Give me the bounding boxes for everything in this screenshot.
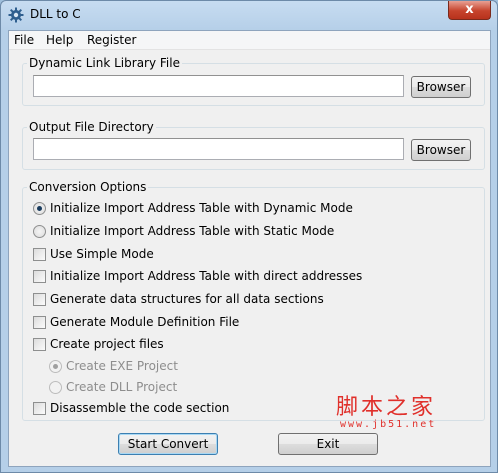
option-disassemble[interactable]: Disassemble the code section <box>33 400 333 416</box>
option-static-mode[interactable]: Initialize Import Address Table with Sta… <box>33 223 335 239</box>
watermark: 脚本之家 www.jb51.net <box>336 389 466 433</box>
title-bar[interactable]: DLL to C x <box>1 1 497 30</box>
option-label: Create project files <box>50 337 164 351</box>
window-title: DLL to C <box>30 7 81 21</box>
dll-file-input[interactable] <box>33 75 404 97</box>
watermark-logo: 脚本之家 <box>336 395 437 420</box>
checkbox-icon[interactable] <box>33 338 46 351</box>
option-label: Initialize Import Address Table with dir… <box>50 269 363 283</box>
dll-file-group: Dynamic Link Library File Browser <box>22 56 485 106</box>
start-convert-button[interactable]: Start Convert <box>118 433 218 455</box>
option-label: Create EXE Project <box>66 359 178 373</box>
dll-browse-button[interactable]: Browser <box>411 76 471 98</box>
option-label: Generate data structures for all data se… <box>50 292 324 306</box>
option-dll-project: Create DLL Project <box>49 379 249 395</box>
output-dir-group-label: Output File Directory <box>27 120 156 134</box>
exit-button[interactable]: Exit <box>278 433 378 455</box>
dll-file-group-label: Dynamic Link Library File <box>27 56 182 70</box>
app-window: DLL to C x File Help Register Dynamic Li… <box>0 0 498 473</box>
option-label: Initialize Import Address Table with Dyn… <box>50 201 353 215</box>
option-label: Generate Module Definition File <box>50 315 240 329</box>
gear-icon <box>8 7 24 23</box>
close-button[interactable]: x <box>448 1 491 20</box>
menu-bar: File Help Register <box>9 31 490 50</box>
option-exe-project: Create EXE Project <box>49 358 249 374</box>
option-data-structures[interactable]: Generate data structures for all data se… <box>33 291 333 307</box>
checkbox-icon[interactable] <box>33 402 46 415</box>
checkbox-icon[interactable] <box>33 293 46 306</box>
output-dir-input[interactable] <box>33 138 404 160</box>
output-dir-group: Output File Directory Browser <box>22 120 485 170</box>
option-label: Disassemble the code section <box>50 401 230 415</box>
checkbox-icon[interactable] <box>33 270 46 283</box>
option-dynamic-mode[interactable]: Initialize Import Address Table with Dyn… <box>33 200 353 216</box>
option-label: Use Simple Mode <box>50 247 154 261</box>
menu-register[interactable]: Register <box>87 33 136 47</box>
radio-icon[interactable] <box>33 202 46 215</box>
menu-file[interactable]: File <box>14 33 34 47</box>
radio-icon <box>49 381 62 394</box>
checkbox-icon[interactable] <box>33 248 46 261</box>
menu-help[interactable]: Help <box>46 33 73 47</box>
option-label: Create DLL Project <box>66 380 178 394</box>
close-icon: x <box>465 2 474 17</box>
conversion-options-group: Conversion Options Initialize Import Add… <box>22 180 485 421</box>
option-direct-addresses[interactable]: Initialize Import Address Table with dir… <box>33 268 362 284</box>
radio-icon[interactable] <box>33 225 46 238</box>
option-create-project[interactable]: Create project files <box>33 336 333 352</box>
option-simple-mode[interactable]: Use Simple Mode <box>33 246 333 262</box>
radio-icon <box>49 360 62 373</box>
checkbox-icon[interactable] <box>33 316 46 329</box>
output-browse-button[interactable]: Browser <box>411 139 471 161</box>
option-module-definition[interactable]: Generate Module Definition File <box>33 314 333 330</box>
conversion-options-label: Conversion Options <box>27 180 149 194</box>
option-label: Initialize Import Address Table with Sta… <box>50 224 335 238</box>
watermark-url: www.jb51.net <box>340 419 437 430</box>
